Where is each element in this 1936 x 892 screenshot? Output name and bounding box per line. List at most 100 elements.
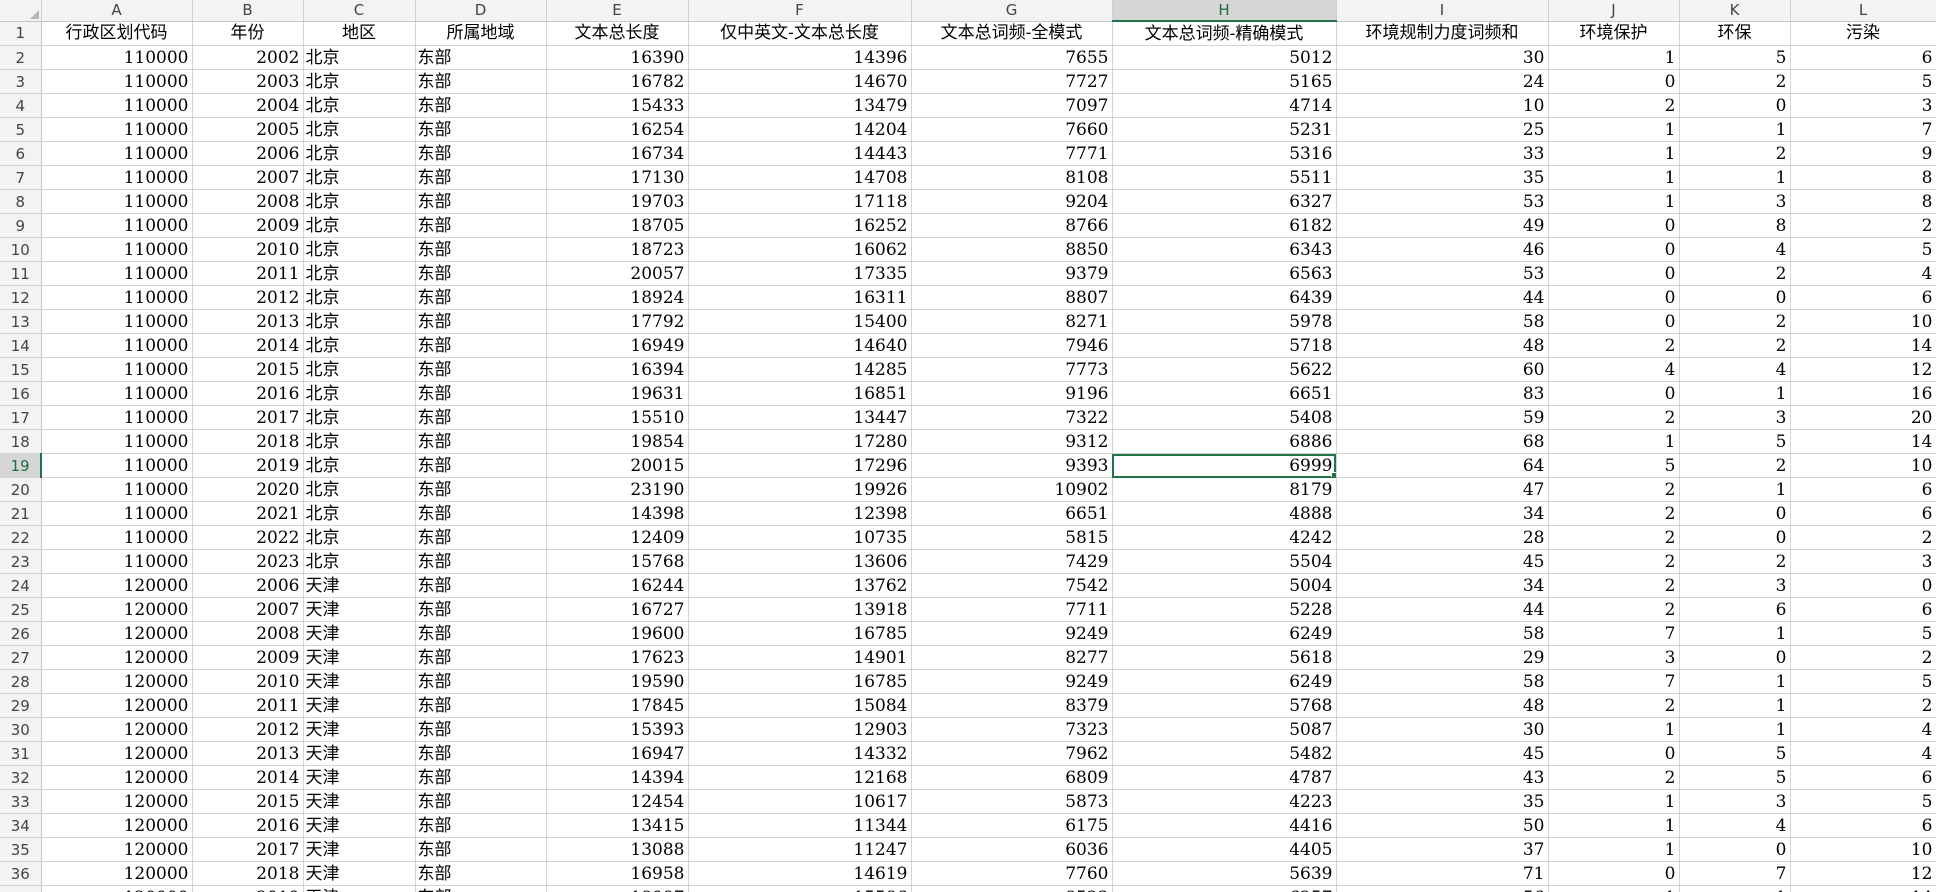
- cell-d[interactable]: 东部: [415, 333, 547, 358]
- cell-c[interactable]: 北京: [303, 117, 416, 142]
- cell-j[interactable]: 1: [1548, 165, 1680, 190]
- cell-l[interactable]: 9: [1790, 141, 1936, 166]
- column-header-d[interactable]: D: [415, 0, 547, 22]
- column-header-f[interactable]: F: [688, 0, 912, 22]
- cell-h[interactable]: 6249: [1112, 669, 1337, 694]
- row-header[interactable]: 16: [0, 381, 42, 406]
- row-header[interactable]: 3: [0, 69, 42, 94]
- header-cell-e[interactable]: 文本总长度: [546, 21, 689, 46]
- cell-d[interactable]: 东部: [415, 45, 547, 70]
- cell-g[interactable]: 9249: [911, 669, 1113, 694]
- cell-e[interactable]: 17130: [546, 165, 689, 190]
- cell-c[interactable]: 天津: [303, 645, 416, 670]
- cell-k[interactable]: 2: [1679, 453, 1791, 478]
- cell-b[interactable]: 2014: [192, 333, 304, 358]
- cell-a[interactable]: 110000: [41, 117, 193, 142]
- cell-c[interactable]: 天津: [303, 717, 416, 742]
- cell-h[interactable]: 5618: [1112, 645, 1337, 670]
- column-header-h[interactable]: H: [1112, 0, 1337, 22]
- cell-k[interactable]: 0: [1679, 93, 1791, 118]
- cell-e[interactable]: 15768: [546, 549, 689, 574]
- cell-d[interactable]: 东部: [415, 789, 547, 814]
- cell-g[interactable]: 7946: [911, 333, 1113, 358]
- cell-l[interactable]: 2: [1790, 645, 1936, 670]
- cell-f[interactable]: 16785: [688, 669, 912, 694]
- cell-a[interactable]: 120000: [41, 621, 193, 646]
- cell-l[interactable]: 4: [1790, 717, 1936, 742]
- cell-c[interactable]: 北京: [303, 453, 416, 478]
- cell-l[interactable]: 5: [1790, 621, 1936, 646]
- cell-c[interactable]: 北京: [303, 309, 416, 334]
- row-header[interactable]: 37: [0, 885, 42, 892]
- cell-d[interactable]: 东部: [415, 261, 547, 286]
- cell-f[interactable]: 14901: [688, 645, 912, 670]
- cell-h[interactable]: 5482: [1112, 741, 1337, 766]
- cell-a[interactable]: 110000: [41, 189, 193, 214]
- cell-g[interactable]: 7711: [911, 597, 1113, 622]
- cell-f[interactable]: 16252: [688, 213, 912, 238]
- cell-d[interactable]: 东部: [415, 573, 547, 598]
- cell-l[interactable]: 4: [1790, 741, 1936, 766]
- cell-j[interactable]: 2: [1548, 693, 1680, 718]
- cell-g[interactable]: 7760: [911, 861, 1113, 886]
- cell-b[interactable]: 2018: [192, 429, 304, 454]
- column-header-c[interactable]: C: [303, 0, 416, 22]
- cell-g[interactable]: 10902: [911, 477, 1113, 502]
- cell-h[interactable]: 6182: [1112, 213, 1337, 238]
- cell-i[interactable]: 49: [1336, 213, 1549, 238]
- row-header[interactable]: 17: [0, 405, 42, 430]
- column-header-b[interactable]: B: [192, 0, 304, 22]
- cell-f[interactable]: 14204: [688, 117, 912, 142]
- cell-b[interactable]: 2008: [192, 189, 304, 214]
- cell-h[interactable]: 5639: [1112, 861, 1337, 886]
- cell-c[interactable]: 北京: [303, 189, 416, 214]
- cell-i[interactable]: 46: [1336, 237, 1549, 262]
- cell-f[interactable]: 17280: [688, 429, 912, 454]
- cell-h[interactable]: 5165: [1112, 69, 1337, 94]
- cell-j[interactable]: 5: [1548, 453, 1680, 478]
- cell-k[interactable]: 4: [1679, 813, 1791, 838]
- cell-h[interactable]: 6257: [1112, 885, 1337, 892]
- cell-f[interactable]: 14285: [688, 357, 912, 382]
- row-header[interactable]: 4: [0, 93, 42, 118]
- cell-b[interactable]: 2014: [192, 765, 304, 790]
- cell-d[interactable]: 东部: [415, 285, 547, 310]
- cell-h[interactable]: 5012: [1112, 45, 1337, 70]
- cell-e[interactable]: 16244: [546, 573, 689, 598]
- cell-l[interactable]: 3: [1790, 549, 1936, 574]
- cell-d[interactable]: 东部: [415, 357, 547, 382]
- cell-i[interactable]: 59: [1336, 405, 1549, 430]
- cell-l[interactable]: 6: [1790, 597, 1936, 622]
- cell-d[interactable]: 东部: [415, 69, 547, 94]
- cell-f[interactable]: 11247: [688, 837, 912, 862]
- header-cell-a[interactable]: 行政区划代码: [41, 21, 193, 46]
- row-header[interactable]: 15: [0, 357, 42, 382]
- cell-c[interactable]: 北京: [303, 69, 416, 94]
- cell-l[interactable]: 6: [1790, 477, 1936, 502]
- cell-j[interactable]: 0: [1548, 261, 1680, 286]
- cell-h[interactable]: 5087: [1112, 717, 1337, 742]
- cell-g[interactable]: 8807: [911, 285, 1113, 310]
- cell-l[interactable]: 14: [1790, 333, 1936, 358]
- cell-j[interactable]: 2: [1548, 93, 1680, 118]
- cell-e[interactable]: 15510: [546, 405, 689, 430]
- cell-a[interactable]: 110000: [41, 237, 193, 262]
- cell-j[interactable]: 2: [1548, 477, 1680, 502]
- cell-b[interactable]: 2015: [192, 357, 304, 382]
- cell-a[interactable]: 110000: [41, 285, 193, 310]
- cell-b[interactable]: 2013: [192, 309, 304, 334]
- cell-c[interactable]: 天津: [303, 621, 416, 646]
- cell-d[interactable]: 东部: [415, 453, 547, 478]
- cell-i[interactable]: 50: [1336, 813, 1549, 838]
- cell-j[interactable]: 2: [1548, 501, 1680, 526]
- cell-i[interactable]: 30: [1336, 45, 1549, 70]
- cell-d[interactable]: 东部: [415, 741, 547, 766]
- cell-c[interactable]: 北京: [303, 429, 416, 454]
- cell-g[interactable]: 9393: [911, 453, 1113, 478]
- cell-j[interactable]: 1: [1548, 141, 1680, 166]
- cell-j[interactable]: 2: [1548, 765, 1680, 790]
- cell-e[interactable]: 17623: [546, 645, 689, 670]
- cell-k[interactable]: 3: [1679, 405, 1791, 430]
- cell-a[interactable]: 110000: [41, 549, 193, 574]
- cell-a[interactable]: 110000: [41, 405, 193, 430]
